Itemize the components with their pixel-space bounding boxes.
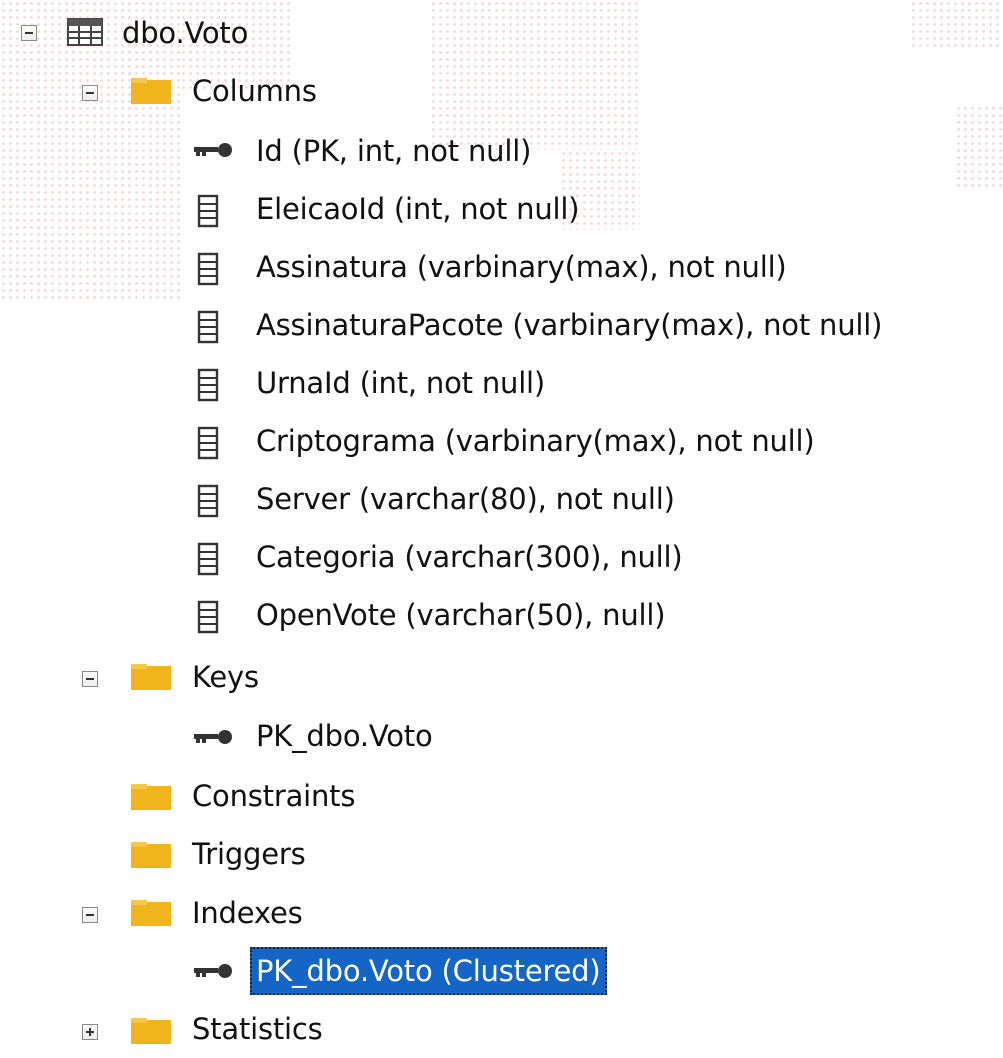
column-item[interactable]: OpenVote (varchar(50), null) [256,586,666,644]
column-item[interactable]: Id (PK, int, not null) [256,122,531,180]
column-icon [197,310,219,344]
column-label: Assinatura (varbinary(max), not null) [256,250,787,284]
table-icon [67,18,103,46]
column-label: Categoria (varchar(300), null) [256,540,683,574]
column-label: EleicaoId (int, not null) [256,192,580,226]
column-icon [197,252,219,286]
column-label: UrnaId (int, not null) [256,366,546,400]
tree-node-label: Statistics [192,1012,323,1046]
column-icon [197,484,219,518]
tree-node-label: Constraints [192,779,356,813]
tree-node-triggers-folder[interactable]: Triggers [192,825,306,883]
tree-node-columns-folder[interactable]: Columns [192,62,317,120]
index-label: PK_dbo.Voto (Clustered) [250,947,607,995]
tree-node-indexes-folder[interactable]: Indexes [192,884,303,942]
tree-node-table[interactable]: dbo.Voto [122,4,248,62]
folder-icon [131,78,171,104]
key-icon [194,964,232,978]
folder-icon [131,1018,171,1044]
column-item[interactable]: Criptograma (varbinary(max), not null) [256,412,815,470]
tree-node-label: Triggers [192,837,306,871]
column-label: AssinaturaPacote (varbinary(max), not nu… [256,308,883,342]
column-icon [197,600,219,634]
collapse-expander[interactable] [21,25,37,41]
folder-icon [131,842,171,868]
tree-node-keys-folder[interactable]: Keys [192,648,259,706]
column-item[interactable]: AssinaturaPacote (varbinary(max), not nu… [256,296,882,354]
column-item[interactable]: Server (varchar(80), not null) [256,470,675,528]
column-item[interactable]: EleicaoId (int, not null) [256,180,580,238]
tree-node-label: Indexes [192,896,303,930]
key-icon [194,143,232,157]
key-icon [194,730,232,744]
collapse-expander[interactable] [82,671,98,687]
column-icon [197,426,219,460]
index-item-selected[interactable]: PK_dbo.Voto (Clustered) [250,942,607,1000]
column-label: Criptograma (varbinary(max), not null) [256,424,815,458]
key-item[interactable]: PK_dbo.Voto [256,707,433,765]
column-item[interactable]: UrnaId (int, not null) [256,354,545,412]
tree-node-statistics-folder[interactable]: Statistics [192,1000,323,1058]
column-label: OpenVote (varchar(50), null) [256,598,666,632]
column-label: Id (PK, int, not null) [256,134,532,168]
column-item[interactable]: Assinatura (varbinary(max), not null) [256,238,787,296]
collapse-expander[interactable] [82,85,98,101]
tree-node-label: Keys [192,660,259,694]
column-item[interactable]: Categoria (varchar(300), null) [256,528,683,586]
tree-node-label: Columns [192,74,317,108]
tree-node-label: dbo.Voto [122,16,249,50]
column-label: Server (varchar(80), not null) [256,482,675,516]
folder-icon [131,784,171,810]
folder-icon [131,664,171,690]
column-icon [197,368,219,402]
collapse-expander[interactable] [82,907,98,923]
folder-icon [131,900,171,926]
expand-expander[interactable] [82,1024,98,1040]
key-label: PK_dbo.Voto [256,719,433,753]
tree-node-constraints-folder[interactable]: Constraints [192,767,355,825]
column-icon [197,542,219,576]
object-explorer-tree: dbo.Voto Columns Id (PK, int, not null) … [0,0,1003,1046]
column-icon [197,194,219,228]
